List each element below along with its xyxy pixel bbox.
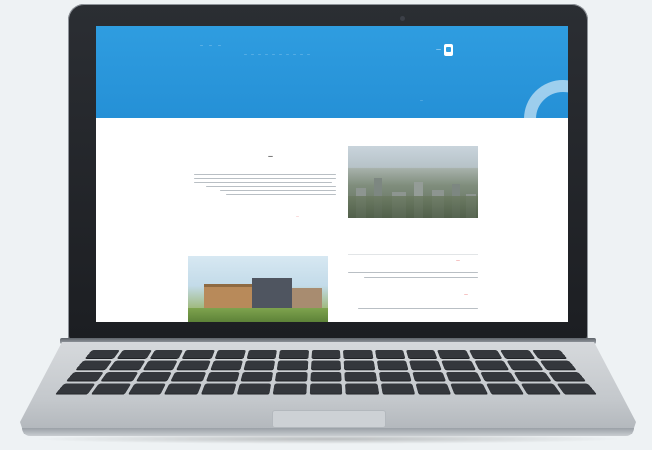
keyboard (55, 350, 597, 394)
nav-item[interactable]: — (251, 52, 254, 56)
news-text-line (348, 272, 478, 274)
article-text-line (194, 178, 336, 180)
nav-item[interactable]: — (265, 52, 268, 56)
site-logo[interactable]: — (436, 44, 453, 56)
nav-item[interactable]: — (279, 52, 282, 56)
laptop-base-lip (22, 428, 634, 436)
webcam-icon (400, 16, 405, 21)
top-link[interactable]: — (209, 43, 212, 47)
laptop-mockup: — — — — — — — — — — — — — — — — — — — (0, 0, 652, 450)
nav-item[interactable]: — (307, 52, 310, 56)
nav-item[interactable]: — (272, 52, 275, 56)
read-more-link[interactable]: — (296, 214, 299, 218)
nav-item[interactable]: — (293, 52, 296, 56)
nav-item[interactable]: — (258, 52, 261, 56)
nav-item[interactable]: — (286, 52, 289, 56)
header-tagline: — (420, 98, 423, 102)
article-text-line (206, 186, 336, 188)
building-logo-icon (444, 44, 453, 56)
section-divider (348, 254, 478, 255)
nav-item[interactable]: — (244, 52, 247, 56)
trackpad (272, 410, 386, 428)
city-skyline-photo[interactable] (348, 146, 478, 218)
article-title[interactable]: — (268, 154, 273, 160)
article-text-line (194, 182, 332, 184)
main-nav: — — — — — — — — — — (244, 52, 310, 56)
nav-item[interactable]: — (300, 52, 303, 56)
article-text-line (220, 190, 336, 192)
article-text-line (194, 174, 336, 176)
events-text-line (358, 308, 478, 310)
site-header: — — — — — — — — — — — — — — — (96, 26, 568, 118)
website-screen: — — — — — — — — — — — — — — — — — — — (96, 26, 568, 322)
article-text-line (226, 194, 336, 196)
decorative-arc (524, 80, 568, 118)
events-section-heading[interactable]: — (464, 292, 468, 297)
news-text-line (364, 277, 478, 279)
news-section-heading[interactable]: — (456, 258, 460, 263)
top-link[interactable]: — (218, 43, 221, 47)
top-link[interactable]: — (200, 43, 203, 47)
logo-text: — (436, 47, 441, 53)
top-links: — — — (200, 43, 221, 47)
building-photo[interactable] (188, 256, 328, 322)
